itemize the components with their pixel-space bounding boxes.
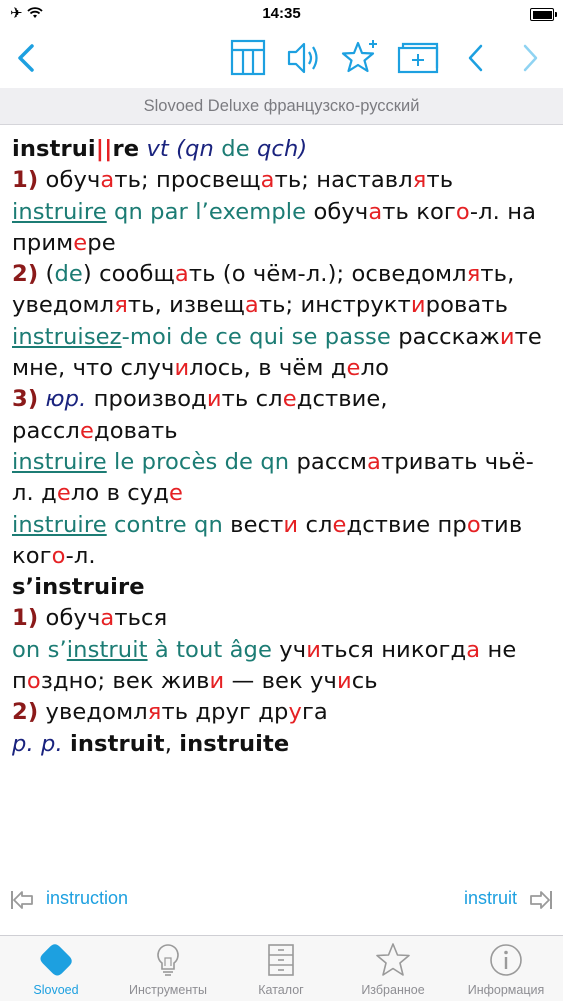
status-time: 14:35	[262, 5, 301, 22]
example-5: on s’instruit à tout âge учиться никогда…	[12, 636, 517, 695]
dictionary-title: Slovoed Deluxe французско-русский	[0, 88, 563, 125]
tab-catalog[interactable]: Каталог	[225, 936, 337, 1001]
part-of-speech: vt	[146, 136, 169, 162]
arrow-right-bar-icon[interactable]	[529, 888, 553, 912]
toolbar	[0, 28, 563, 88]
headword-line: instrui||re vt (qn de qch)	[12, 134, 552, 165]
tab-label: Избранное	[361, 983, 425, 997]
add-card-button[interactable]	[396, 36, 440, 80]
table-icon	[230, 39, 266, 76]
word-navigation: instruction instruit	[0, 880, 563, 920]
card-plus-icon	[397, 42, 439, 74]
headword-part2: re	[112, 136, 140, 162]
lightbulb-icon	[157, 944, 179, 976]
chevron-right-icon	[523, 44, 538, 72]
headword-separator: ||	[95, 136, 113, 162]
reflexive-headword: s’instruire	[12, 574, 145, 601]
grammar-qn: qn	[185, 136, 214, 162]
headword-link[interactable]: instruire	[12, 512, 107, 538]
table-button[interactable]	[226, 36, 270, 80]
dictionary-article: instrui||re vt (qn de qch) 1) обучать; п…	[12, 134, 552, 760]
example-4: instruire contre qn вести следствие прот…	[12, 511, 523, 569]
headword-link[interactable]: instruire	[12, 449, 107, 475]
star-plus-icon	[341, 40, 377, 73]
tab-tools[interactable]: Инструменты	[112, 936, 224, 1001]
next-word-link[interactable]: instruit	[464, 888, 517, 909]
headword-link[interactable]: instruire	[12, 199, 107, 225]
tab-favorites[interactable]: Избранное	[337, 936, 449, 1001]
status-bar: ✈ 14:35	[0, 0, 563, 28]
chevron-left-icon	[18, 44, 34, 72]
previous-button[interactable]	[454, 36, 498, 80]
example-1: instruire qn par l’exemple обучать кого-…	[12, 198, 537, 256]
sense-1: 1) обучать; просвещать; наставлять	[12, 167, 454, 194]
slovoed-logo-icon	[40, 944, 72, 976]
grammar-close: )	[298, 136, 308, 162]
sound-button[interactable]	[282, 36, 326, 80]
example-2: instruisez-moi de ce qui se passe расска…	[12, 323, 542, 382]
info-icon	[490, 944, 522, 976]
star-icon	[376, 943, 410, 976]
arrow-left-bar-icon[interactable]	[10, 888, 34, 912]
reflexive-sense-2: 2) уведомлять друг друга	[12, 699, 328, 726]
grammar-de: de	[213, 136, 257, 162]
headword-part1: instrui	[12, 136, 96, 162]
chevron-left-icon	[468, 44, 483, 72]
tab-label: Инструменты	[129, 983, 207, 997]
grammar-open: (	[176, 136, 186, 162]
headword-link[interactable]: instruisez	[12, 324, 122, 350]
tab-info[interactable]: Информация	[450, 936, 562, 1001]
previous-word-link[interactable]: instruction	[46, 888, 128, 909]
headword-link[interactable]: instruit	[67, 637, 148, 663]
next-button[interactable]	[508, 36, 552, 80]
add-favorite-button[interactable]	[338, 36, 382, 80]
back-button[interactable]	[6, 36, 50, 80]
speaker-icon	[287, 42, 318, 74]
participle-forms: p. p. instruit, instruite	[12, 730, 290, 757]
cabinet-icon	[268, 944, 294, 976]
tab-label: Slovoed	[33, 983, 79, 997]
sense-3: 3) юр. производить следствие, расследова…	[12, 386, 388, 444]
reflexive-sense-1: 1) обучаться	[12, 605, 168, 632]
tab-bar: Slovoed Инструменты Каталог Избранное Ин…	[0, 935, 563, 1001]
sense-2: 2) (de) сообщать (о чём-л.); осведомлять…	[12, 261, 515, 319]
tab-label: Каталог	[258, 983, 304, 997]
grammar-qch: qch	[256, 136, 299, 162]
tab-slovoed[interactable]: Slovoed	[0, 936, 112, 1001]
tab-label: Информация	[467, 983, 545, 997]
battery-icon	[530, 8, 557, 21]
example-3: instruire le procès de qn рассматривать …	[12, 448, 534, 507]
